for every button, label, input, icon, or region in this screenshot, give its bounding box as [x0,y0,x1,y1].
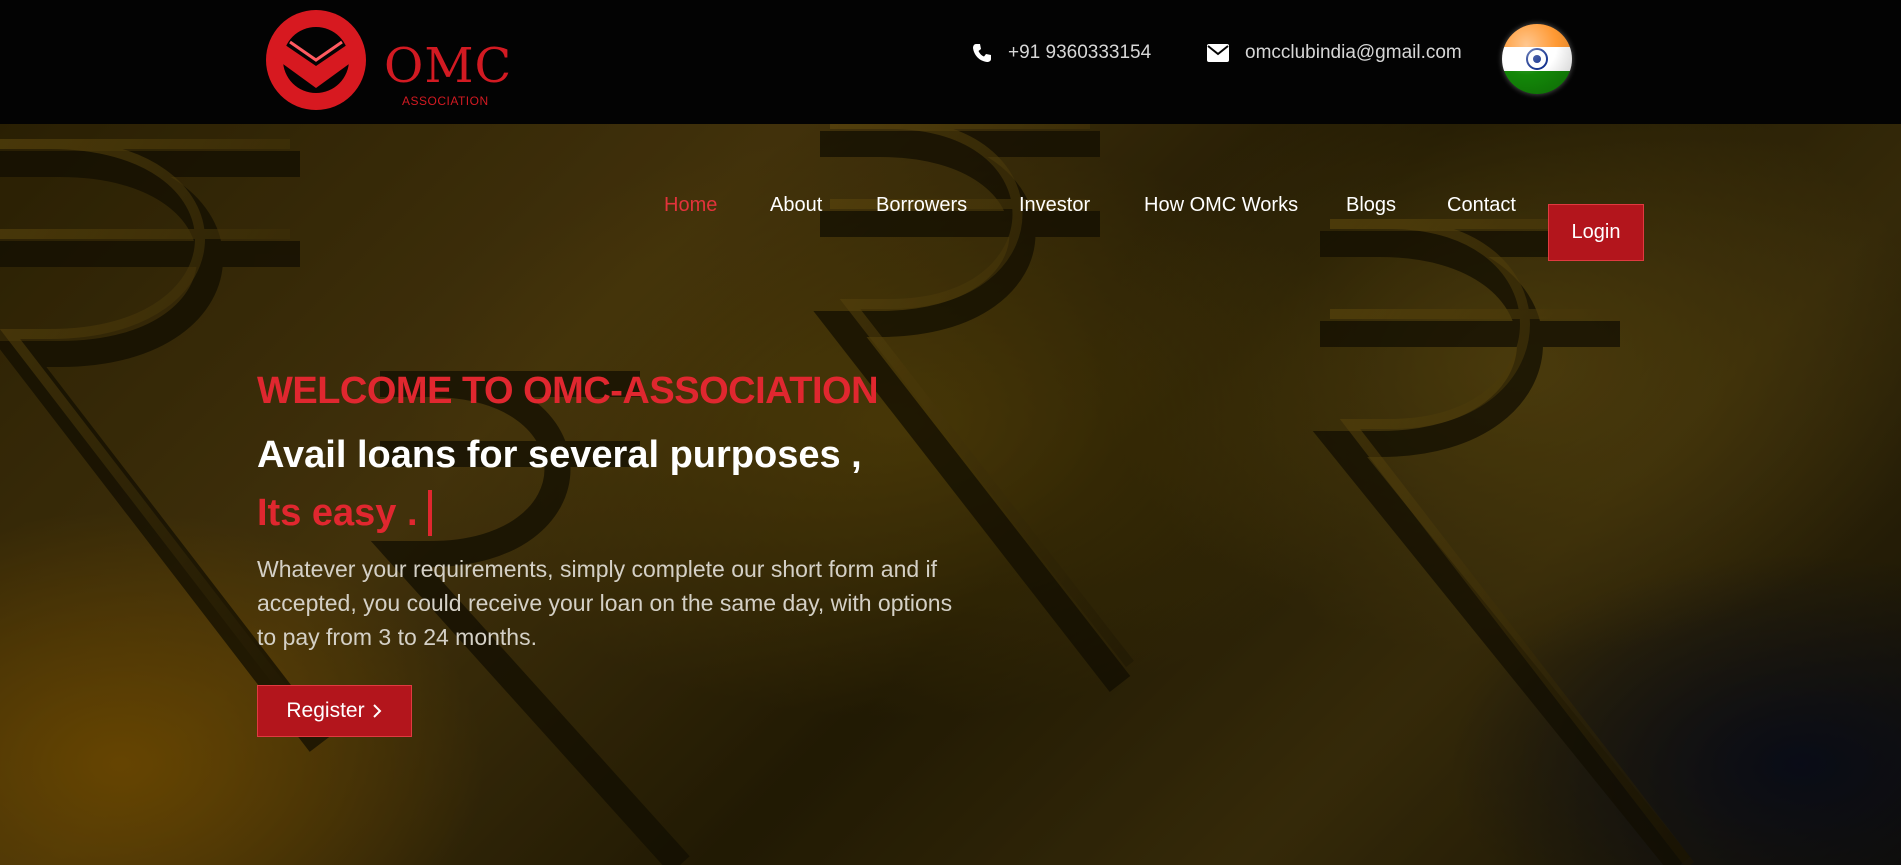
nav-contact[interactable]: Contact [1447,194,1516,217]
hero-subhead-text: Its easy . [257,491,418,534]
top-bar: OMC ASSOCIATION +91 9360333154 omcclubin… [0,0,1901,124]
register-label: Register [286,699,365,722]
hero-subhead: Its easy . [257,490,432,536]
nav-how-omc-works[interactable]: How OMC Works [1144,194,1298,217]
hero-description: Whatever your requirements, simply compl… [257,556,953,650]
welcome-heading: WELCOME TO OMC-ASSOCIATION [257,370,879,412]
logo-subtext: ASSOCIATION [402,94,489,108]
logo-text: OMC [384,38,513,94]
chevron-right-icon [372,704,382,718]
nav-investor[interactable]: Investor [1019,194,1090,217]
omc-logo[interactable]: OMC ASSOCIATION [260,8,511,112]
register-button[interactable]: Register [257,685,412,737]
main-navigation: Home About Borrowers Investor How OMC Wo… [0,164,1901,261]
ashoka-chakra-icon [1526,48,1548,70]
typing-cursor [427,490,432,536]
phone-icon [973,44,991,62]
login-button[interactable]: Login [1548,204,1644,261]
nav-blogs[interactable]: Blogs [1346,194,1396,217]
email-address: omcclubindia@gmail.com [1245,42,1462,63]
phone-number: +91 9360333154 [1008,42,1152,63]
hero-section: Home About Borrowers Investor How OMC Wo… [0,124,1901,865]
email-contact[interactable]: omcclubindia@gmail.com [1207,42,1462,64]
nav-borrowers[interactable]: Borrowers [876,194,967,217]
india-flag-icon[interactable] [1502,24,1572,94]
nav-home[interactable]: Home [664,194,717,217]
nav-about[interactable]: About [770,194,822,217]
envelope-icon [1207,44,1229,62]
hero-headline: Avail loans for several purposes , [257,434,862,476]
phone-contact[interactable]: +91 9360333154 [972,42,1151,64]
logo-emblem-icon [266,10,366,110]
